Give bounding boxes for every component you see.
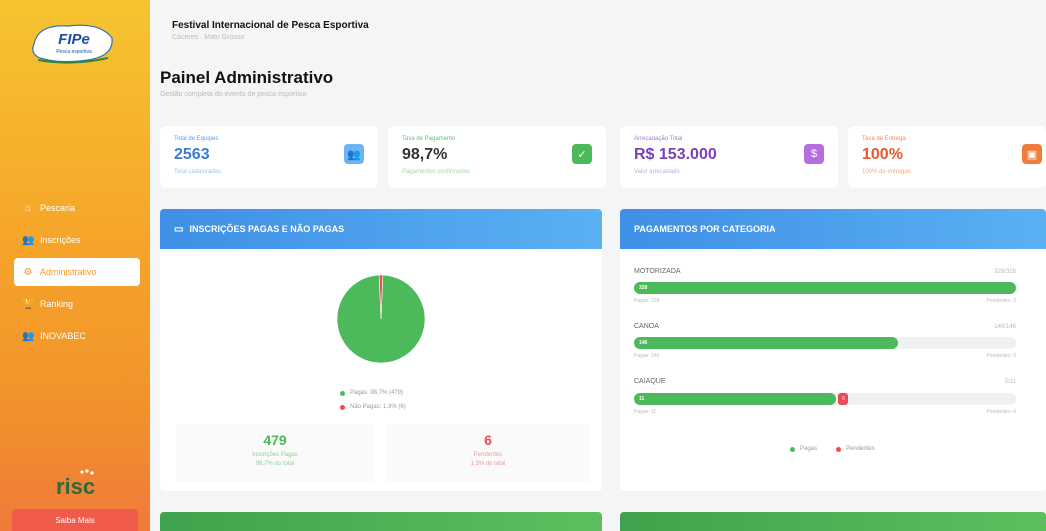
category-paid-bar: 11 (634, 393, 837, 405)
category-bar: 11 6 (634, 393, 1016, 405)
stat-note: 100% de entregas (862, 169, 911, 175)
category-name: MOTORIZADA (634, 268, 681, 275)
stat-card-arrecadacao: Arrecadação Total R$ 153.000 Valor arrec… (620, 126, 838, 188)
check-circle-icon: ✓ (572, 144, 592, 164)
risc-logo: risc (56, 469, 95, 498)
svg-text:Pesca esportiva: Pesca esportiva (56, 49, 92, 55)
legend-item-paid: Pagas: 98,7% (479) (340, 390, 403, 396)
legend-dot (340, 390, 345, 396)
box-icon: ▣ (1022, 144, 1042, 164)
sidebar-item-label: Pescaria (40, 203, 76, 213)
stat-value: 98,7% (402, 146, 448, 163)
stat-label: Total de Equipes (174, 136, 219, 142)
category-pending-bar: 6 (838, 393, 849, 405)
pending-summary: 6 Pendentes 1,3% do total (386, 424, 590, 482)
category-paid-text: Pagas: 146 (634, 353, 660, 359)
stat-value: 100% (862, 146, 903, 163)
sidebar-item-label: Ranking (40, 299, 74, 309)
paid-summary: 479 Inscrições Pagas 98,7% do total (176, 424, 374, 482)
stat-value: 2563 (174, 146, 210, 163)
legend-dot (836, 446, 841, 452)
category-bar: 328 (634, 282, 1016, 294)
stat-label: Taxa de Pagamento (402, 136, 456, 142)
stat-note: Total cadastradas (174, 169, 222, 175)
legend-dot (340, 404, 345, 410)
panel-header: PAGAMENTOS POR CATEGORIA (620, 209, 1046, 249)
legend-item-pendentes: Pendentes (836, 446, 875, 452)
legend-item-pagas: Pagas (790, 446, 817, 452)
stat-label: Taxa de Entrega (862, 136, 906, 142)
panel-title: PAGAMENTOS POR CATEGORIA (634, 224, 776, 234)
bottom-panel-left (160, 512, 602, 531)
trophy-icon: 🏆 (22, 298, 35, 310)
users-icon: 👥 (344, 144, 364, 164)
dollar-icon: $ (804, 144, 824, 164)
stat-card-pagamento: Taxa de Pagamento 98,7% Pagamentos confi… (388, 126, 606, 188)
legend-label: Não Pagas: 1,3% (6) (350, 404, 406, 410)
sidebar-item-administrativo[interactable]: ⚙ Administrativo (14, 258, 140, 286)
pending-count: 6 (484, 432, 492, 448)
page-subtitle: Gestão completa do evento de pesca espor… (160, 91, 307, 98)
paid-pct: 98,7% do total (255, 461, 295, 467)
payments-pie-chart (336, 274, 426, 364)
category-total: 146/146 (994, 324, 1016, 330)
sidebar-item-inscricoes[interactable]: 👥 Inscrições (14, 226, 140, 254)
legend-label: Pendentes (846, 446, 875, 452)
sidebar-item-ranking[interactable]: 🏆 Ranking (14, 290, 140, 318)
category-paid-bar: 328 (634, 282, 1016, 294)
stat-card-entrega: Taxa de Entrega 100% 100% de entregas ▣ (848, 126, 1046, 188)
sidebar-item-label: Administrativo (40, 267, 97, 277)
gear-icon: ⚙ (23, 266, 33, 278)
svg-text:risc: risc (56, 474, 95, 498)
pending-label: Pendentes (473, 452, 503, 458)
stat-note: Valor arrecadado (634, 169, 680, 175)
sidebar-item-label: Inscrições (40, 235, 81, 245)
users-icon: 👥 (22, 234, 35, 246)
sidebar-item-label: INOVABEC (40, 331, 86, 341)
saiba-mais-button[interactable]: Saiba Mais (12, 509, 138, 531)
stat-note: Pagamentos confirmados (402, 169, 471, 175)
sidebar-item-pescaria[interactable]: ⌂ Pescaria (14, 194, 140, 222)
stat-card-equipes: Total de Equipes 2563 Total cadastradas … (160, 126, 378, 188)
legend-dot (790, 446, 795, 452)
app-title: Festival Internacional de Pesca Esportiv… (172, 20, 369, 31)
panel-title: INSCRIÇÕES PAGAS E NÃO PAGAS (189, 224, 345, 234)
card-icon: ▭ (174, 223, 184, 235)
legend-label: Pagas (800, 446, 818, 452)
stat-label: Arrecadação Total (634, 136, 683, 142)
panel-header: ▭ INSCRIÇÕES PAGAS E NÃO PAGAS (160, 209, 602, 249)
category-payments-panel: PAGAMENTOS POR CATEGORIA (620, 209, 1046, 491)
category-total: 5/11 (1004, 379, 1016, 385)
sidebar-item-inovabec[interactable]: 👥 INOVABEC (14, 322, 140, 350)
users-icon: 👥 (22, 330, 35, 342)
category-pending-text: Pendentes: 0 (986, 298, 1016, 304)
legend-item-unpaid: Não Pagas: 1,3% (6) (340, 404, 406, 410)
category-paid-bar: 146 (634, 337, 898, 349)
app-subtitle: Cáceres · Mato Grosso (172, 34, 245, 41)
svg-text:FIPe: FIPe (58, 31, 90, 48)
bottom-panel-right (620, 512, 1046, 531)
sidebar-nav: ⌂ Pescaria 👥 Inscrições ⚙ Administrativo… (0, 194, 150, 354)
stat-value: R$ 153.000 (634, 146, 717, 163)
category-total: 328/328 (994, 269, 1016, 275)
category-name: CANOA (634, 323, 659, 330)
fipe-logo[interactable]: FIPe Pesca esportiva (28, 16, 116, 68)
paid-count: 479 (263, 432, 287, 448)
sidebar: FIPe Pesca esportiva ⌂ Pescaria 👥 Inscri… (0, 0, 150, 531)
category-pending-text: Pendentes: 6 (986, 409, 1016, 415)
paid-label: Inscrições Pagas (252, 452, 298, 458)
home-icon: ⌂ (24, 202, 32, 214)
category-pending-text: Pendentes: 0 (986, 353, 1016, 359)
category-name: CAIAQUE (634, 378, 666, 385)
legend-label: Pagas: 98,7% (479) (350, 390, 404, 396)
category-paid-text: Pagas: 11 (634, 409, 657, 415)
category-paid-text: Pagas: 328 (634, 298, 660, 304)
page-title: Painel Administrativo (160, 68, 334, 87)
pending-pct: 1,3% do total (470, 461, 506, 467)
category-bar: 146 (634, 337, 1016, 349)
